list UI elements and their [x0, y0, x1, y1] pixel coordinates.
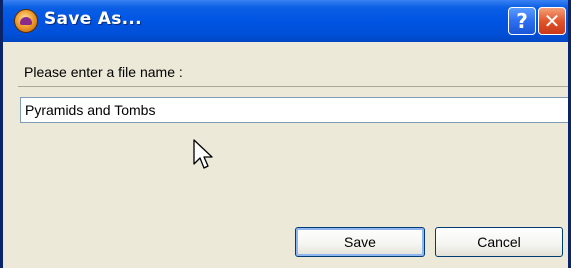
close-button[interactable]: ✕ — [538, 7, 566, 35]
filename-prompt-label: Please enter a file name : — [24, 64, 183, 80]
separator — [18, 86, 568, 87]
cancel-button[interactable]: Cancel — [435, 227, 563, 257]
help-icon: ? — [516, 9, 528, 33]
save-button[interactable]: Save — [295, 227, 425, 257]
help-button[interactable]: ? — [508, 7, 536, 35]
save-as-dialog: Save As... ? ✕ Please enter a file name … — [0, 0, 571, 268]
close-icon: ✕ — [543, 9, 561, 33]
filename-input[interactable] — [20, 97, 568, 123]
mouse-pointer-icon — [193, 139, 213, 169]
title-bar[interactable]: Save As... ? ✕ — [3, 0, 568, 42]
app-icon — [14, 9, 38, 33]
window-title: Save As... — [44, 9, 142, 29]
